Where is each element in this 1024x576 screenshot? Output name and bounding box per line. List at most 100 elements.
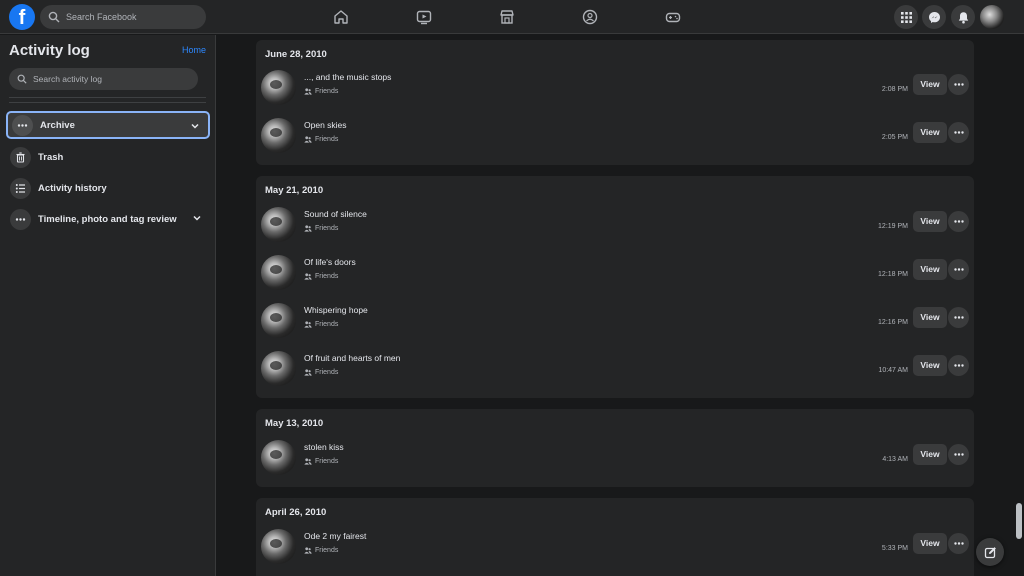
- more-dots-icon: [953, 83, 964, 86]
- entry-title[interactable]: ..., and the music stops: [304, 72, 391, 82]
- friends-icon: [304, 225, 312, 232]
- view-button[interactable]: View: [913, 74, 947, 95]
- audience-text: Friends: [315, 225, 339, 232]
- home-link[interactable]: Home: [182, 45, 206, 55]
- group-date: May 13, 2010: [265, 418, 324, 429]
- sidebar-item-activity-history[interactable]: Activity history: [6, 174, 210, 202]
- more-options-button[interactable]: [948, 307, 969, 328]
- activity-date-group: May 13, 2010 stolen kiss Friends 4:13 AM…: [256, 409, 974, 487]
- sidebar-item-trash[interactable]: Trash: [6, 143, 210, 171]
- audience-label: Friends: [304, 369, 338, 376]
- account-avatar[interactable]: [980, 5, 1004, 29]
- entry-title[interactable]: Of life's doors: [304, 257, 356, 267]
- more-options-button[interactable]: [948, 74, 969, 95]
- avatar: [261, 207, 296, 242]
- view-button[interactable]: View: [913, 444, 947, 465]
- friends-icon: [304, 136, 312, 143]
- messenger-icon[interactable]: [922, 5, 946, 29]
- more-dots-icon: [953, 316, 964, 319]
- groups-icon[interactable]: [580, 7, 600, 27]
- notifications-icon[interactable]: [951, 5, 975, 29]
- sidebar-item-label: Archive: [40, 119, 75, 131]
- sidebar-item-label: Trash: [38, 151, 64, 163]
- activity-date-group: May 21, 2010 Sound of silence Friends 12…: [256, 176, 974, 398]
- group-date: June 28, 2010: [265, 49, 327, 60]
- activity-entry: stolen kiss Friends 4:13 AM View: [256, 440, 974, 484]
- sidebar-item-label: Timeline, photo and tag review: [38, 213, 177, 225]
- menu-grid-icon[interactable]: [894, 5, 918, 29]
- avatar: [261, 529, 296, 564]
- page-title: Activity log: [9, 42, 90, 59]
- friends-icon: [304, 369, 312, 376]
- more-options-button[interactable]: [948, 259, 969, 280]
- entry-title[interactable]: Ode 2 my fairest: [304, 531, 366, 541]
- audience-label: Friends: [304, 136, 338, 143]
- more-options-button[interactable]: [948, 444, 969, 465]
- friends-icon: [304, 547, 312, 554]
- view-button[interactable]: View: [913, 355, 947, 376]
- marketplace-icon[interactable]: [497, 7, 517, 27]
- more-options-button[interactable]: [948, 122, 969, 143]
- entry-time: 10:47 AM: [878, 367, 908, 374]
- more-dots-icon: [12, 114, 33, 136]
- activity-entry: Of fruit and hearts of men Friends 10:47…: [256, 351, 974, 395]
- view-button[interactable]: View: [913, 122, 947, 143]
- more-dots-icon: [953, 364, 964, 367]
- more-options-button[interactable]: [948, 211, 969, 232]
- audience-text: Friends: [315, 88, 339, 95]
- search-placeholder: Search activity log: [33, 74, 102, 84]
- audience-text: Friends: [315, 547, 339, 554]
- chevron-down-icon: [191, 123, 199, 129]
- trash-icon: [10, 146, 31, 168]
- avatar: [261, 351, 296, 386]
- divider: [9, 102, 206, 103]
- search-activity-log-input[interactable]: Search activity log: [9, 68, 198, 90]
- activity-date-group: April 26, 2010 Ode 2 my fairest Friends …: [256, 498, 974, 576]
- activity-log-sidebar: Activity log Home Search activity log Ar…: [0, 35, 216, 576]
- friends-icon: [304, 321, 312, 328]
- entry-time: 12:19 PM: [878, 223, 908, 230]
- search-facebook-input[interactable]: Search Facebook: [40, 5, 206, 29]
- view-button[interactable]: View: [913, 307, 947, 328]
- home-icon[interactable]: [331, 7, 351, 27]
- entry-title[interactable]: Open skies: [304, 120, 347, 130]
- view-button[interactable]: View: [913, 533, 947, 554]
- audience-text: Friends: [315, 321, 339, 328]
- audience-label: Friends: [304, 458, 338, 465]
- activity-entry: ..., and the music stops Friends 2:08 PM…: [256, 70, 974, 114]
- friends-icon: [304, 88, 312, 95]
- activity-entry: Open skies Friends 2:05 PM View: [256, 118, 974, 162]
- more-dots-icon: [953, 542, 964, 545]
- friends-icon: [304, 458, 312, 465]
- activity-entry: Ode 2 my fairest Friends 5:33 PM View: [256, 529, 974, 573]
- activity-date-group: June 28, 2010 ..., and the music stops F…: [256, 40, 974, 165]
- audience-label: Friends: [304, 273, 338, 280]
- entry-title[interactable]: Whispering hope: [304, 305, 368, 315]
- new-message-button[interactable]: [976, 538, 1004, 566]
- audience-text: Friends: [315, 136, 339, 143]
- entry-time: 12:18 PM: [878, 271, 908, 278]
- list-icon: [10, 177, 31, 199]
- scrollbar-thumb[interactable]: [1016, 503, 1022, 539]
- audience-label: Friends: [304, 547, 338, 554]
- gaming-icon[interactable]: [663, 7, 683, 27]
- entry-title[interactable]: Of fruit and hearts of men: [304, 353, 400, 363]
- compose-icon: [984, 546, 996, 558]
- sidebar-item-archive[interactable]: Archive: [6, 111, 210, 139]
- watch-icon[interactable]: [414, 7, 434, 27]
- more-dots-icon: [953, 268, 964, 271]
- view-button[interactable]: View: [913, 259, 947, 280]
- more-options-button[interactable]: [948, 355, 969, 376]
- more-options-button[interactable]: [948, 533, 969, 554]
- entry-title[interactable]: Sound of silence: [304, 209, 367, 219]
- entry-time: 4:13 AM: [882, 456, 908, 463]
- view-button[interactable]: View: [913, 211, 947, 232]
- audience-label: Friends: [304, 321, 338, 328]
- audience-text: Friends: [315, 369, 339, 376]
- facebook-logo[interactable]: f: [9, 4, 35, 30]
- more-dots-icon: [10, 208, 31, 230]
- avatar: [261, 303, 296, 338]
- audience-text: Friends: [315, 273, 339, 280]
- sidebar-item-timeline-review[interactable]: Timeline, photo and tag review: [6, 205, 210, 233]
- entry-title[interactable]: stolen kiss: [304, 442, 344, 452]
